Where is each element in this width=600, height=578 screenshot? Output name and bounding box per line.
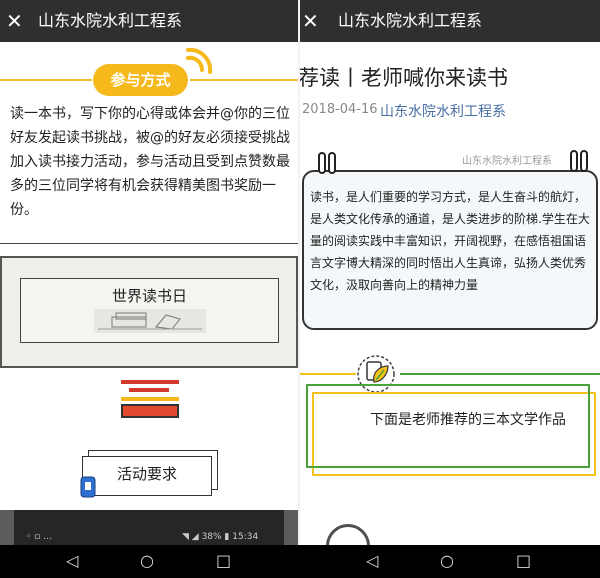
home-button[interactable]: ○ [140,552,154,570]
author-link[interactable]: 山东水院水利工程系 [380,101,506,121]
section-badge: 参与方式 [93,64,188,96]
publish-date: 2018-04-16 [302,102,378,117]
decor-bar [129,388,169,392]
account-title: 山东水院水利工程系 [38,11,183,30]
books-image [94,309,206,333]
embedded-screenshot: ◦ ▫ … ◥ ◢ 38% ▮ 15:34 [0,510,300,545]
right-article-pane: ✕ 山东水院水利工程系 荐读丨老师喊你来读书 2018-04-16 山东水院水利… [300,0,600,545]
frame-title: 世界读书日 [111,287,187,305]
back-button[interactable]: ◁ [366,552,378,570]
top-bar-left: ✕ 山东水院水利工程系 [0,0,300,42]
divider-line [0,243,300,244]
top-bar-right: ✕ 山东水院水利工程系 [300,0,600,42]
recent-apps-button[interactable]: □ [216,552,231,570]
world-book-day-frame: 世界读书日 [0,256,298,368]
status-left: ◦ ▫ … [26,532,53,542]
divider-line [0,79,92,81]
frame-inner: 世界读书日 [20,278,279,343]
participation-paragraph: 读一本书，写下你的心得或体会并@你的三位好友发起读书挑战，被@的好友必须接受挑战… [10,106,290,218]
close-icon[interactable]: ✕ [6,9,23,33]
decor-block [121,404,179,418]
hook-decor [570,150,578,172]
decor-circle [326,524,370,545]
status-right: ◥ ◢ 38% ▮ 15:34 [182,532,259,542]
embedded-status-bar: ◦ ▫ … ◥ ◢ 38% ▮ 15:34 [14,510,284,545]
decor-bar [121,397,179,401]
hook-decor [318,152,326,174]
books-illustration [98,312,202,330]
account-title: 山东水院水利工程系 [338,11,483,30]
hook-decor [580,150,588,172]
watermark: 山东水院水利工程系 [462,156,552,167]
close-icon[interactable]: ✕ [302,9,319,33]
requirements-label: 活动要求 [116,465,177,483]
divider-line [300,373,356,375]
home-button[interactable]: ○ [440,552,454,570]
back-button[interactable]: ◁ [66,552,78,570]
divider-line [400,373,600,375]
decor-bar [121,380,179,384]
recommend-text: 下面是老师推荐的三本文学作品 [370,412,566,428]
signal-icon [186,48,213,74]
left-article-pane: ✕ 山东水院水利工程系 参与方式 读一本书，写下你的心得或体会并@你的三位好友发… [0,0,300,545]
article-title: 荐读丨老师喊你来读书 [300,66,508,90]
quote-text: 读书，是人们重要的学习方式，是人生奋斗的航灯，是人类文化传承的通道，是人类进步的… [310,190,590,292]
phone-icon [80,476,96,498]
hook-decor [328,152,336,174]
recent-apps-button[interactable]: □ [516,552,531,570]
system-navigation-bar: ◁ ○ □ ◁ ○ □ [0,545,600,578]
